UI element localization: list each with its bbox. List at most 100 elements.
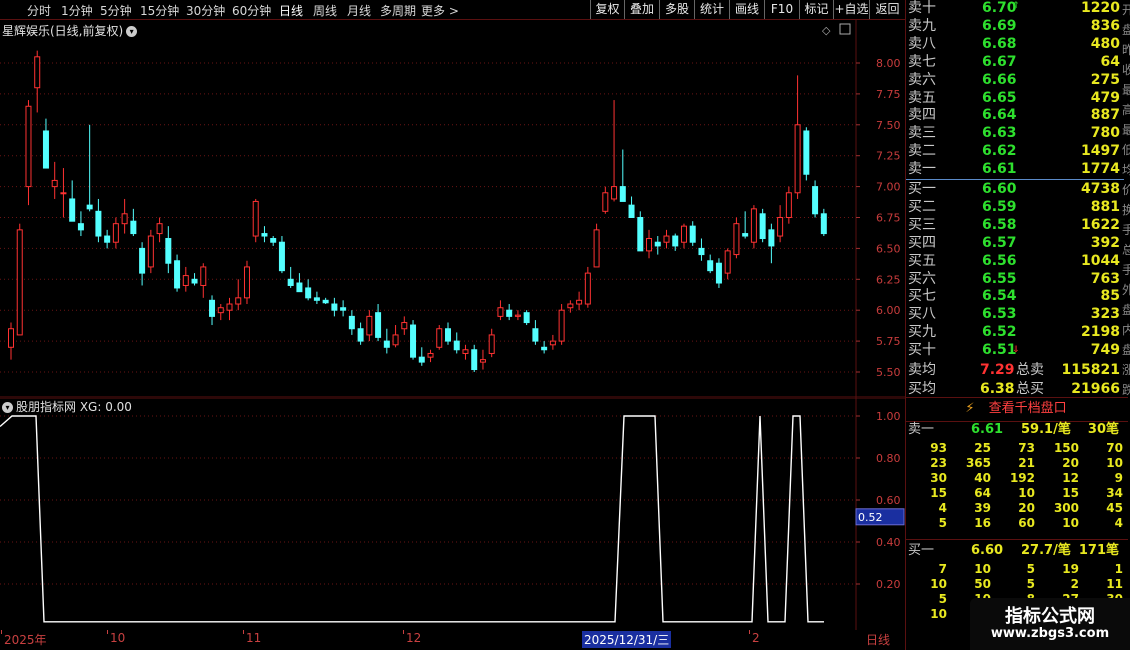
- candle: [348, 310, 355, 335]
- level-volume: 323: [1090, 306, 1120, 323]
- queue-cell: 12: [1062, 471, 1079, 485]
- asks-row[interactable]: 卖四 6.64 887: [906, 106, 1124, 124]
- level-volume: 836: [1090, 17, 1120, 34]
- period-tab[interactable]: 15分钟: [140, 2, 179, 19]
- toolbar-button[interactable]: 画线: [729, 0, 764, 19]
- toolbar-button[interactable]: +自选: [833, 0, 869, 19]
- level-volume: 1774: [1081, 161, 1120, 178]
- chevron-down-icon[interactable]: ▾: [2, 402, 13, 413]
- level-price: 6.58: [982, 216, 1017, 233]
- candle-body: [768, 229, 775, 247]
- candle-body: [69, 198, 76, 222]
- asks-row[interactable]: 卖一 6.61 1774: [906, 160, 1124, 178]
- price-tick-label: 7.75: [876, 88, 901, 101]
- period-tab[interactable]: 30分钟: [186, 2, 225, 19]
- price-tick-label: 6.75: [876, 212, 901, 225]
- queue-cell: 10: [1106, 456, 1123, 470]
- candle: [77, 211, 84, 237]
- candle: [313, 291, 320, 305]
- toolbar-button[interactable]: 叠加: [624, 0, 659, 19]
- asks-row[interactable]: 卖二 6.62 1497: [906, 142, 1124, 160]
- toolbar-button[interactable]: 标记: [799, 0, 833, 19]
- queue-avg: 59.1/笔: [1021, 422, 1071, 437]
- indicator-tick-label: 0.80: [876, 452, 901, 465]
- period-tab[interactable]: 月线: [347, 2, 371, 19]
- bids-row[interactable]: 买三 6.58 1622: [906, 216, 1124, 234]
- queue-cell: 15: [1062, 486, 1079, 500]
- period-tab[interactable]: 日线: [279, 2, 303, 19]
- period-tab[interactable]: 更多 >: [421, 2, 459, 19]
- toolbar-button[interactable]: 返回: [869, 0, 905, 19]
- level-label: 卖四: [908, 107, 936, 124]
- asks-row[interactable]: 卖九 6.69 836: [906, 17, 1124, 35]
- queue-cell: 10: [930, 577, 947, 591]
- asks-row[interactable]: 卖八 6.68 480: [906, 35, 1124, 53]
- indicator-chart[interactable]: 1.00 0.80 0.60 0.40 0.20 0.52: [0, 398, 905, 630]
- period-tab[interactable]: 60分钟: [232, 2, 271, 19]
- candle-body: [270, 238, 277, 243]
- queue-cell: 4: [1114, 516, 1123, 530]
- date-tick: [403, 630, 404, 634]
- date-label: 10: [110, 631, 126, 645]
- candle-body: [200, 266, 207, 286]
- bids-row[interactable]: 买八 6.53 323: [906, 305, 1124, 323]
- summary-label: 买均: [908, 381, 936, 397]
- queue-cell: 2: [1070, 577, 1079, 591]
- diamond-icon[interactable]: ◇: [822, 24, 831, 37]
- candle: [235, 279, 242, 311]
- candle: [742, 211, 749, 239]
- toolbar-button[interactable]: F10: [764, 0, 799, 19]
- asks-row[interactable]: 卖三 6.63 780: [906, 124, 1124, 142]
- period-tab[interactable]: 5分钟: [100, 2, 132, 19]
- bids-row[interactable]: 买二 6.59 881: [906, 198, 1124, 216]
- candle-body: [619, 186, 626, 202]
- period-tab[interactable]: 多周期: [380, 2, 416, 19]
- date-label: 11: [246, 631, 262, 645]
- period-tab[interactable]: 周线: [313, 2, 337, 19]
- bids-row[interactable]: 买六 6.55 763: [906, 270, 1124, 288]
- asks-row[interactable]: 卖七 6.67 64: [906, 53, 1124, 71]
- candle: [532, 320, 539, 345]
- toolbar-button[interactable]: 多股: [659, 0, 694, 19]
- candlestick-chart[interactable]: 8.00 7.75 7.50 7.25 7.00 6.75 6.50 6.25 6.00 5.75…: [0, 20, 905, 398]
- bids-row[interactable]: 买七 6.54 85: [906, 287, 1124, 305]
- indicator-title: ▾ 股朋指标网 XG: 0.00: [2, 398, 132, 415]
- bids-row[interactable]: 买十 6.51 749 ⇓: [906, 341, 1124, 359]
- queue-count: 171笔: [1078, 543, 1119, 558]
- queue-label: 卖一: [908, 422, 935, 437]
- bids-row[interactable]: 买五 6.56 1044: [906, 252, 1124, 270]
- asks-row[interactable]: 卖十 6.70 1220 ⇑: [906, 0, 1124, 17]
- level-label: 买九: [908, 324, 936, 341]
- level-volume: 1220: [1081, 0, 1120, 16]
- candle-body: [418, 356, 425, 363]
- queue-cell: 4: [938, 501, 947, 515]
- level-price: 6.60: [982, 181, 1017, 197]
- queue-price: 6.61: [971, 422, 1004, 437]
- candle-body: [663, 235, 670, 243]
- period-tab[interactable]: 1分钟: [61, 2, 93, 19]
- candle-body: [646, 238, 653, 252]
- candle-body: [191, 278, 198, 284]
- view-depth-button[interactable]: ⚡ 查看千档盘口: [907, 398, 1125, 420]
- candle: [278, 236, 285, 274]
- toolbar-button[interactable]: 复权: [590, 0, 624, 19]
- candle-body: [445, 328, 451, 342]
- maximize-icon[interactable]: [839, 23, 851, 35]
- asks-row[interactable]: 卖六 6.66 275: [906, 71, 1124, 89]
- price-tick-label: 6.00: [876, 304, 901, 317]
- candle-body: [34, 56, 41, 89]
- toolbar-button[interactable]: 统计: [694, 0, 729, 19]
- price-tick-label: 5.75: [876, 335, 901, 348]
- price-tick-label: 5.50: [876, 366, 901, 379]
- level-price: 6.54: [982, 288, 1017, 305]
- candle-body: [471, 349, 478, 371]
- candle: [156, 217, 163, 243]
- candle-body: [785, 192, 792, 218]
- bids-row[interactable]: 买一 6.60 4738: [906, 180, 1124, 198]
- asks-row[interactable]: 卖五 6.65 479: [906, 89, 1124, 107]
- bids-row[interactable]: 买四 6.57 392: [906, 234, 1124, 252]
- period-tab[interactable]: 分时: [27, 2, 51, 19]
- bids-row[interactable]: 买九 6.52 2198: [906, 323, 1124, 341]
- candle: [331, 297, 338, 317]
- candle: [60, 168, 67, 218]
